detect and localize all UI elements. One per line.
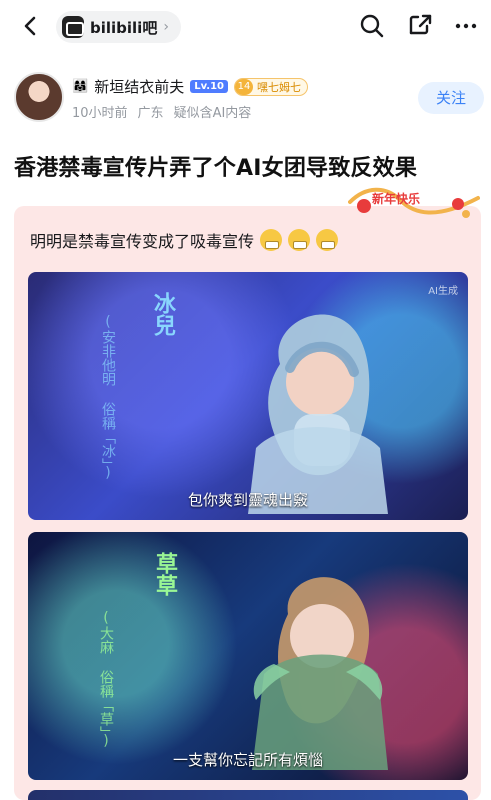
medal-text: 嘿七姆七	[257, 80, 301, 94]
back-icon[interactable]	[16, 12, 44, 40]
vertical-title: 冰兒	[150, 292, 175, 336]
ai-content-note: 疑似含AI内容	[173, 106, 252, 121]
follow-button[interactable]: 关注	[418, 82, 484, 114]
ai-generated-tag: AI生成	[428, 286, 458, 297]
grimace-emoji-icon	[316, 229, 339, 251]
name-emoji-icon: 👩‍👩‍👧	[72, 79, 89, 94]
share-icon[interactable]	[406, 12, 434, 40]
top-navigation-bar: bilibili吧 ›	[0, 0, 491, 56]
ai-idol-figure-2	[252, 577, 388, 770]
vertical-title: 草草	[152, 552, 177, 596]
post-title: 香港禁毒宣传片弄了个AI女团导致反效果	[14, 156, 418, 181]
quote-text: 明明是禁毒宣传变成了吸毒宣传	[30, 232, 255, 251]
author-name-row: 👩‍👩‍👧 新垣结衣前夫 Lv.10 14 嘿七姆七	[72, 76, 308, 97]
ai-idol-figure-1	[248, 314, 388, 514]
new-year-text: 新年快乐	[372, 192, 421, 206]
vertical-subtitle: (大麻 俗稱「草」)	[98, 610, 114, 749]
post-time: 10小时前	[72, 106, 128, 121]
post-image-2[interactable]: 草草 (大麻 俗稱「草」) 一支幫你忘記所有煩惱	[28, 532, 468, 780]
post-image-1[interactable]: AI生成 冰兒 (安非他明 俗稱「冰」) 包你爽到靈魂出竅	[28, 272, 468, 520]
forum-logo-icon	[62, 16, 84, 38]
author-row: 👩‍👩‍👧 新垣结衣前夫 Lv.10 14 嘿七姆七 10小时前 广东 疑似含A…	[14, 72, 484, 128]
author-name[interactable]: 新垣结衣前夫	[94, 76, 184, 97]
more-icon[interactable]	[452, 12, 480, 40]
forum-name: bilibili吧	[90, 18, 158, 37]
image-subtitle: 包你爽到靈魂出竅	[187, 491, 308, 509]
post-image-3-partial[interactable]	[28, 790, 468, 800]
post-location: 广东	[137, 106, 164, 121]
vertical-subtitle: (安非他明 俗稱「冰」)	[100, 314, 116, 481]
search-icon[interactable]	[358, 12, 386, 40]
image-subtitle: 一支幫你忘記所有煩惱	[172, 751, 323, 769]
post-meta: 10小时前 广东 疑似含AI内容	[72, 102, 251, 121]
chevron-right-icon: ›	[163, 19, 169, 35]
grimace-emoji-icon	[288, 229, 311, 251]
level-badge: Lv.10	[190, 80, 228, 93]
fan-medal: 14 嘿七姆七	[234, 77, 308, 96]
medal-level: 14	[235, 78, 253, 95]
grimace-emoji-icon	[260, 229, 283, 251]
quote-line: 明明是禁毒宣传变成了吸毒宣传	[30, 228, 339, 252]
avatar[interactable]	[14, 72, 64, 122]
forum-pill[interactable]: bilibili吧 ›	[56, 11, 181, 43]
